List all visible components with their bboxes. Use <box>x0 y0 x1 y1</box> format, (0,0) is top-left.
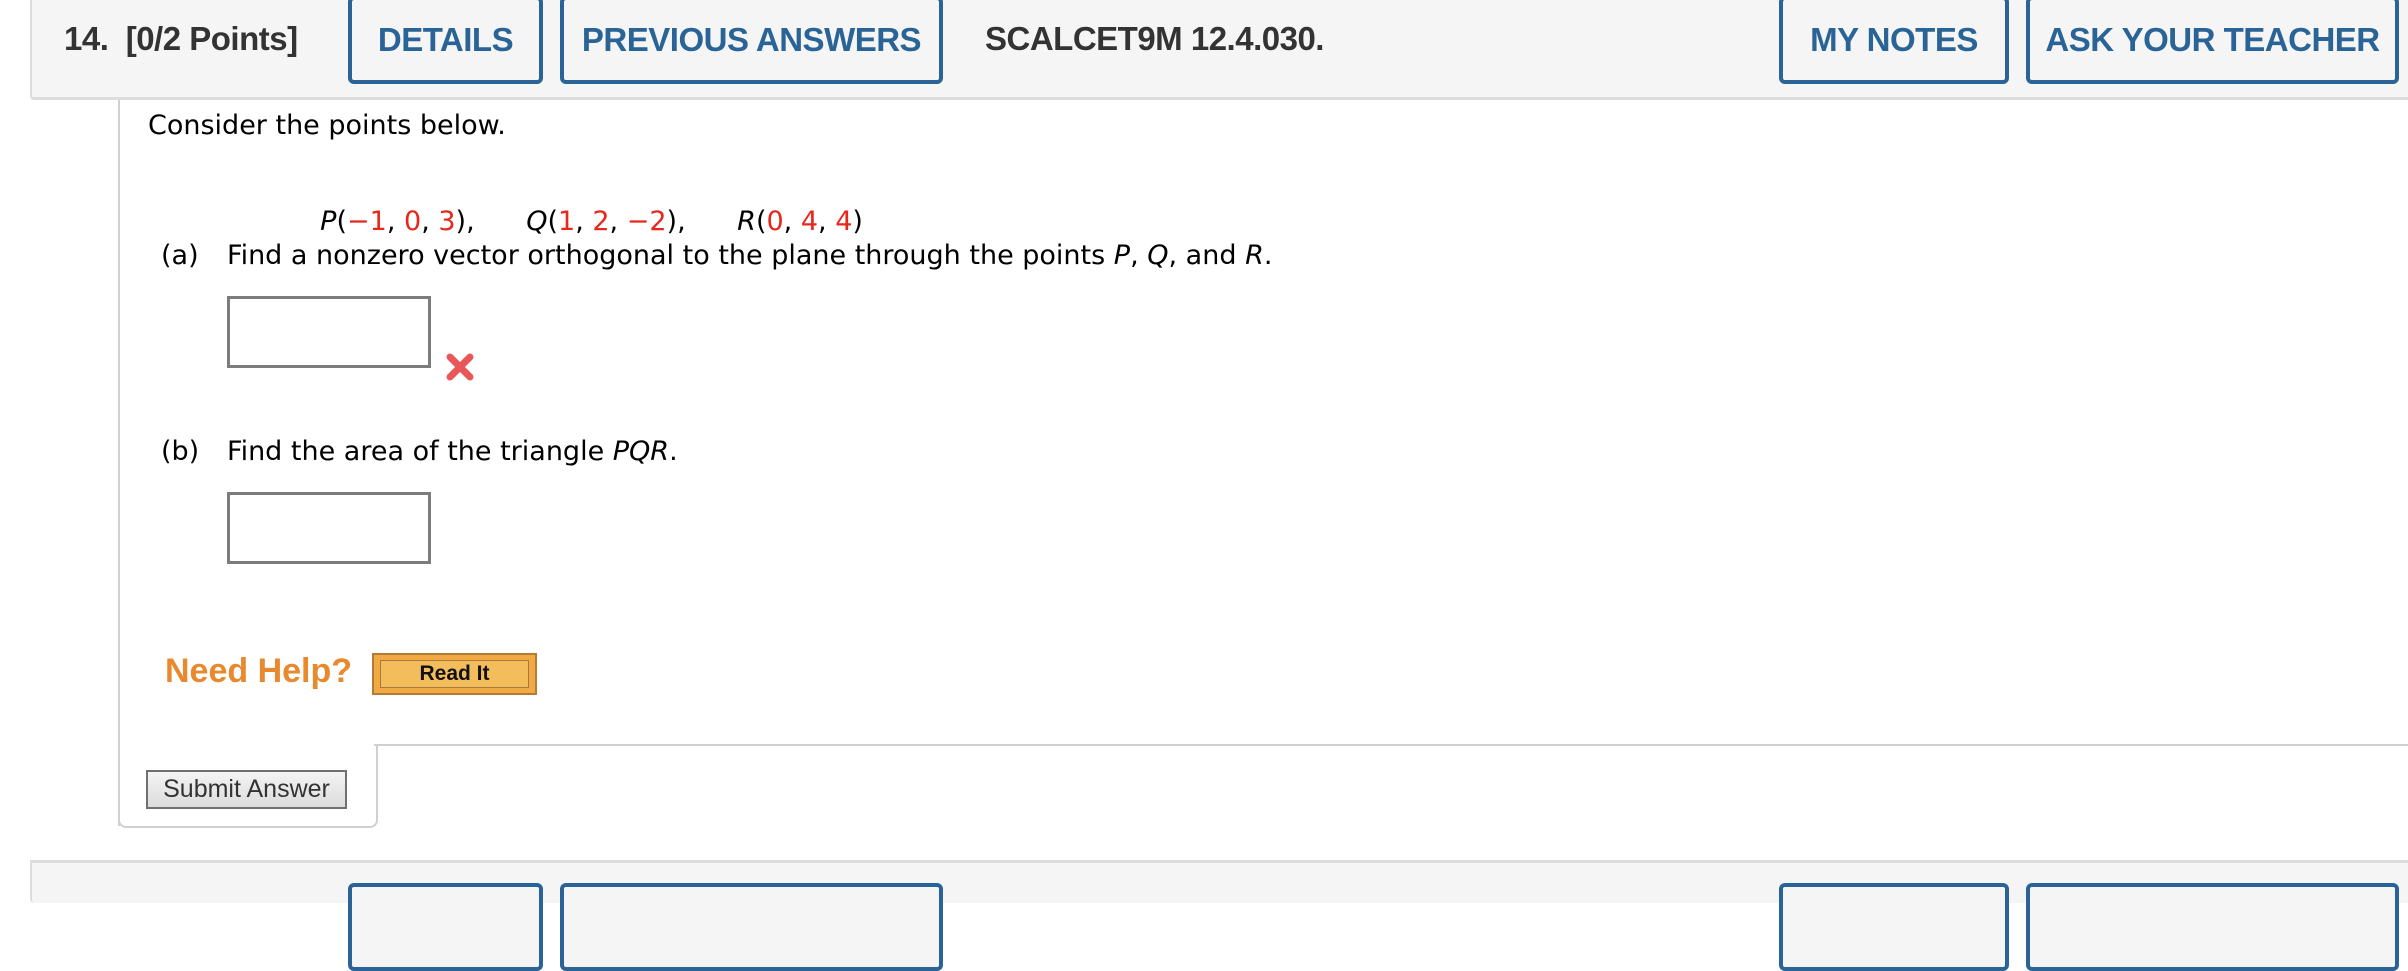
point-q: Q(1, 2, −2), <box>526 206 686 237</box>
question-header: 14. [0/2 Points] DETAILS PREVIOUS ANSWER… <box>30 0 2408 100</box>
part-b-label: (b) <box>161 436 200 467</box>
part-a-prompt: Find a nonzero vector orthogonal to the … <box>227 240 1273 271</box>
read-it-label: Read It <box>380 660 529 688</box>
next-details-button[interactable] <box>348 883 543 971</box>
question-number: 14. [0/2 Points] <box>64 20 298 57</box>
part-a-label: (a) <box>161 240 199 271</box>
point-r: R(0, 4, 4) <box>737 206 863 237</box>
problem-code: SCALCET9M 12.4.030. <box>985 20 1324 57</box>
incorrect-x-icon <box>446 353 474 381</box>
next-ask-teacher-button[interactable] <box>2026 883 2399 971</box>
part-b-answer-input[interactable] <box>227 492 431 564</box>
read-it-button[interactable]: Read It <box>372 653 537 695</box>
previous-answers-button[interactable]: PREVIOUS ANSWERS <box>560 0 943 84</box>
need-help-label: Need Help? <box>165 652 353 690</box>
my-notes-button[interactable]: MY NOTES <box>1779 0 2009 84</box>
details-button[interactable]: DETAILS <box>348 0 543 84</box>
points-list: P(−1, 0, 3), Q(1, 2, −2), R(0, 4, 4) <box>303 175 863 237</box>
part-a-answer-input[interactable] <box>227 296 431 368</box>
next-previous-answers-button[interactable] <box>560 883 943 971</box>
points-score: [0/2 Points] <box>125 20 298 57</box>
divider <box>374 744 2408 746</box>
question-intro: Consider the points below. <box>148 110 506 141</box>
part-b-prompt: Find the area of the triangle PQR. <box>227 436 678 467</box>
ask-your-teacher-button[interactable]: ASK YOUR TEACHER <box>2026 0 2399 84</box>
next-my-notes-button[interactable] <box>1779 883 2009 971</box>
next-question-header <box>30 860 2408 971</box>
point-p: P(−1, 0, 3), <box>320 206 475 237</box>
submit-answer-button[interactable]: Submit Answer <box>146 770 347 809</box>
